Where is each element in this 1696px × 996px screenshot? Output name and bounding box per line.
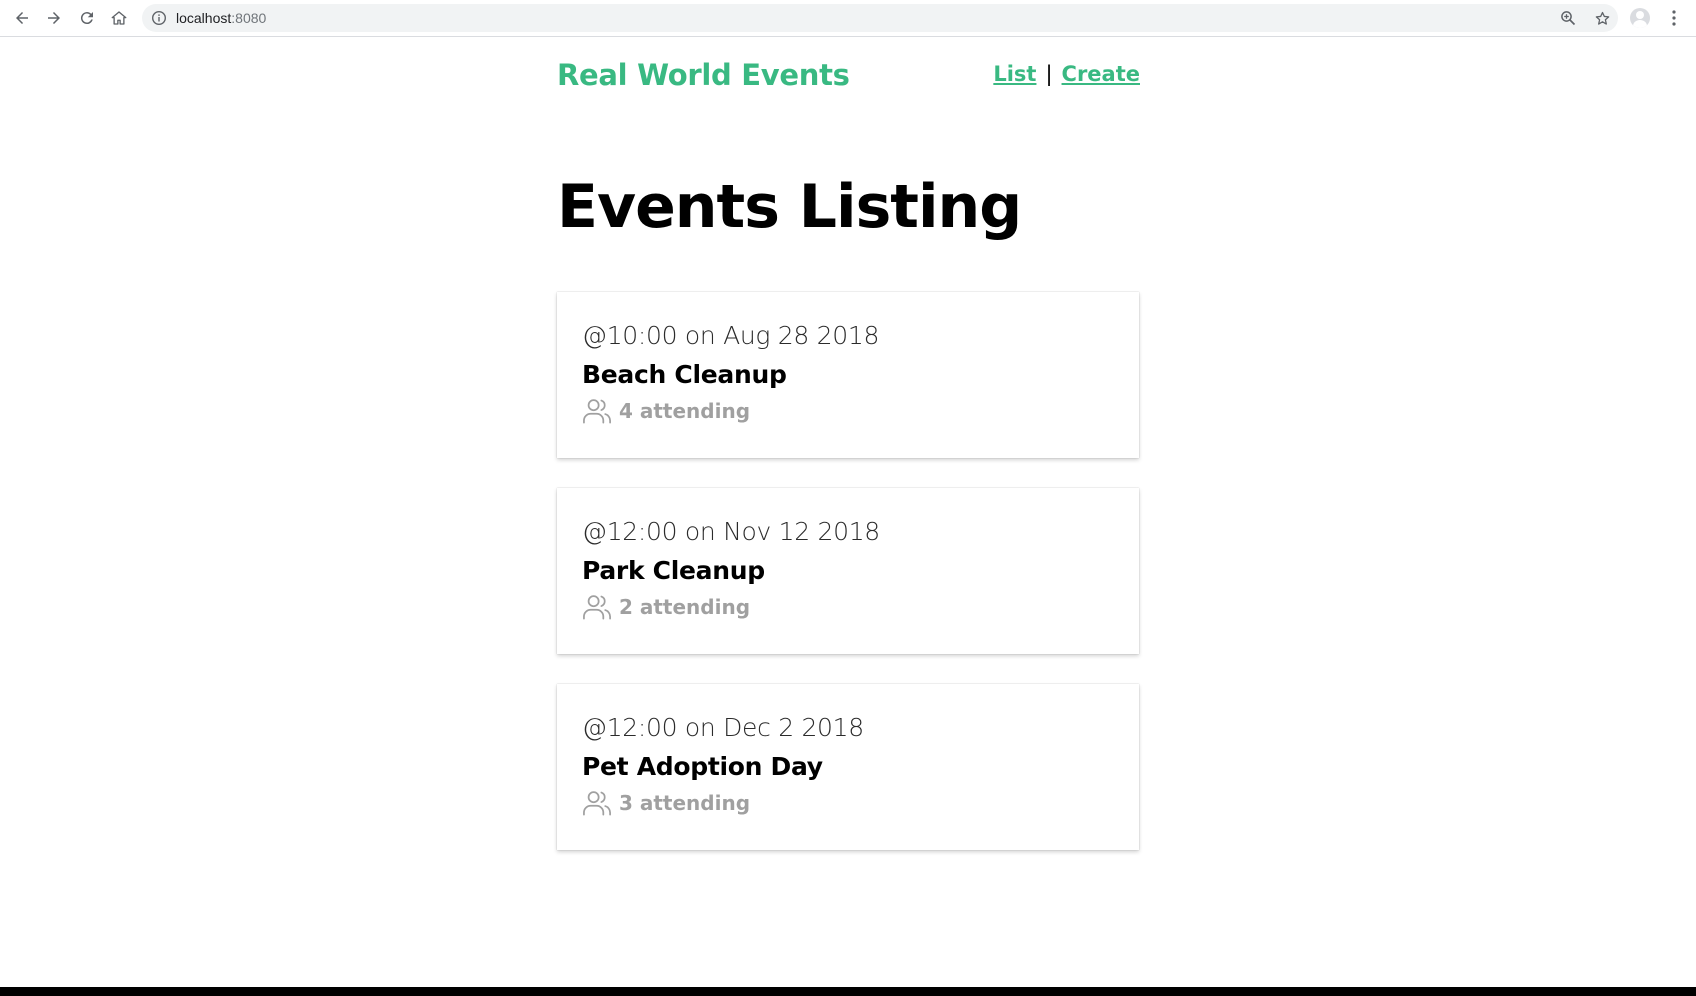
users-icon	[583, 399, 611, 424]
attending-count: 4 attending	[619, 399, 751, 423]
zoom-button[interactable]	[1558, 8, 1578, 28]
event-date-time: @12:00 on Nov 12 2018	[582, 517, 880, 546]
info-icon[interactable]	[151, 10, 167, 26]
event-date-time: @12:00 on Dec 2 2018	[582, 713, 864, 742]
page-title: Events Listing	[557, 172, 1022, 242]
forward-button[interactable]	[39, 3, 69, 33]
home-icon	[111, 11, 127, 25]
arrow-right-icon	[48, 12, 60, 24]
url-port: :8080	[231, 10, 267, 26]
star-icon	[1595, 11, 1609, 25]
main-nav: List | Create	[993, 62, 1140, 86]
browser-window: localhost:8080 Real World Events List | …	[0, 0, 1696, 987]
nav-link-create[interactable]: Create	[1062, 62, 1140, 86]
reload-icon	[80, 12, 93, 25]
attending-count: 2 attending	[619, 595, 751, 619]
event-card[interactable]: @12:00 on Dec 2 2018 Pet Adoption Day 3 …	[557, 684, 1139, 850]
event-card[interactable]: @12:00 on Nov 12 2018 Park Cleanup 2 att…	[557, 488, 1139, 654]
bookmark-button[interactable]	[1592, 8, 1612, 28]
back-button[interactable]	[7, 3, 37, 33]
event-attendance: 3 attending	[582, 788, 750, 818]
home-button[interactable]	[104, 3, 134, 33]
browser-toolbar: localhost:8080	[0, 0, 1696, 37]
users-icon	[583, 791, 611, 816]
url-host: localhost	[176, 10, 232, 26]
app-content: Real World Events List | Create Events Lis…	[557, 37, 1140, 850]
event-attendance: 2 attending	[582, 592, 750, 622]
brand-link[interactable]: Real World Events	[557, 58, 850, 92]
attending-count: 3 attending	[619, 791, 751, 815]
event-card[interactable]: @10:00 on Aug 28 2018 Beach Cleanup 4 at…	[557, 292, 1139, 458]
event-date-time: @10:00 on Aug 28 2018	[582, 321, 880, 350]
event-title: Pet Adoption Day	[582, 752, 823, 781]
more-vert-icon	[1672, 10, 1676, 26]
profile-avatar[interactable]	[1630, 8, 1650, 28]
users-icon	[583, 595, 611, 620]
event-title: Park Cleanup	[582, 556, 765, 585]
event-list: @10:00 on Aug 28 2018 Beach Cleanup 4 at…	[557, 292, 1140, 880]
site-header: Real World Events List | Create	[557, 37, 1140, 113]
arrow-left-icon	[16, 12, 28, 24]
event-attendance: 4 attending	[582, 396, 750, 426]
zoom-icon	[1561, 11, 1576, 26]
nav-separator: |	[1045, 62, 1053, 86]
event-title: Beach Cleanup	[582, 360, 787, 389]
address-bar[interactable]: localhost:8080	[142, 4, 1618, 32]
nav-link-list[interactable]: List	[993, 62, 1036, 86]
browser-menu-button[interactable]	[1664, 6, 1684, 30]
reload-button[interactable]	[72, 3, 102, 33]
url-text[interactable]: localhost:8080	[176, 4, 266, 32]
